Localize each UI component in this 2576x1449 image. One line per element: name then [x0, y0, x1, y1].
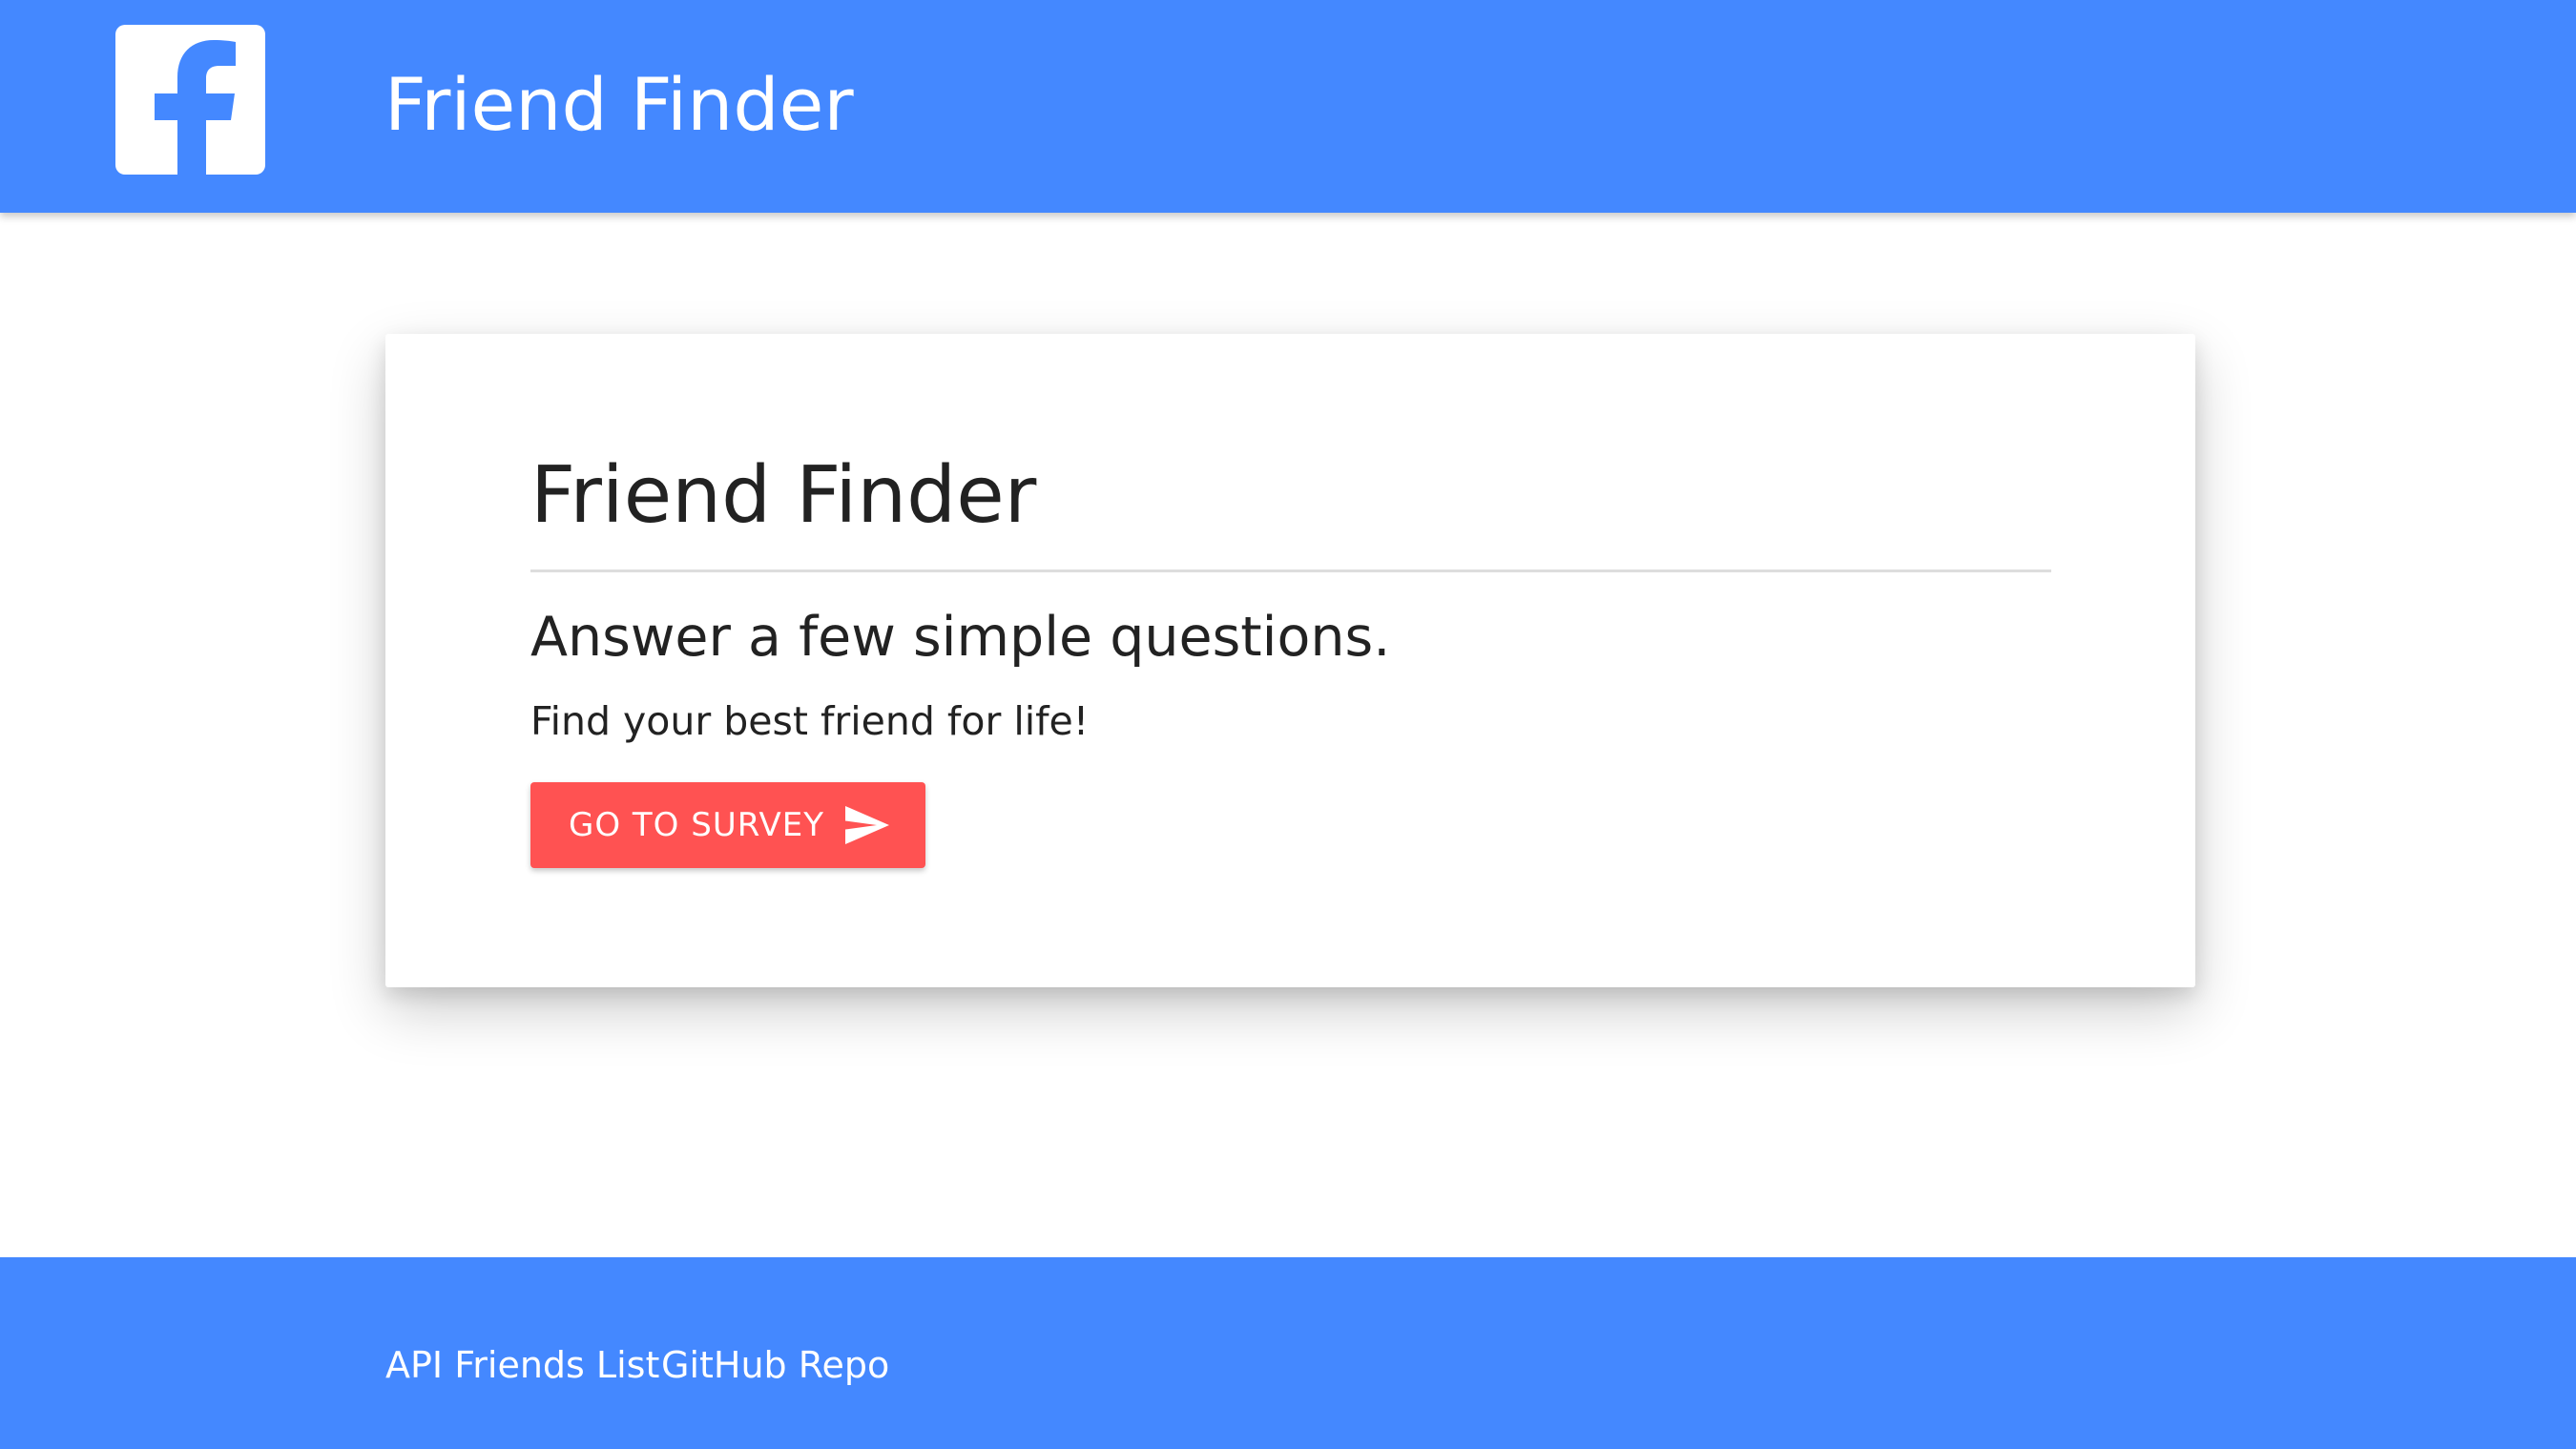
go-to-survey-button[interactable]: GO TO SURVEY — [530, 782, 925, 868]
heading-divider — [530, 569, 2051, 572]
send-icon — [845, 806, 889, 844]
footer: API Friends List GitHub Repo — [0, 1257, 2576, 1449]
survey-button-label: GO TO SURVEY — [569, 806, 824, 844]
card-heading: Friend Finder — [530, 450, 1037, 541]
brand-title[interactable]: Friend Finder — [384, 59, 854, 151]
intro-card: Friend Finder Answer a few simple questi… — [385, 334, 2195, 987]
facebook-logo-icon[interactable] — [115, 25, 265, 175]
top-navbar: Friend Finder — [0, 0, 2576, 213]
api-friends-list-link[interactable]: API Friends List — [385, 1341, 659, 1389]
card-text: Find your best friend for life! — [530, 698, 1090, 744]
github-repo-link[interactable]: GitHub Repo — [661, 1341, 889, 1389]
card-subheading: Answer a few simple questions. — [530, 606, 1391, 669]
